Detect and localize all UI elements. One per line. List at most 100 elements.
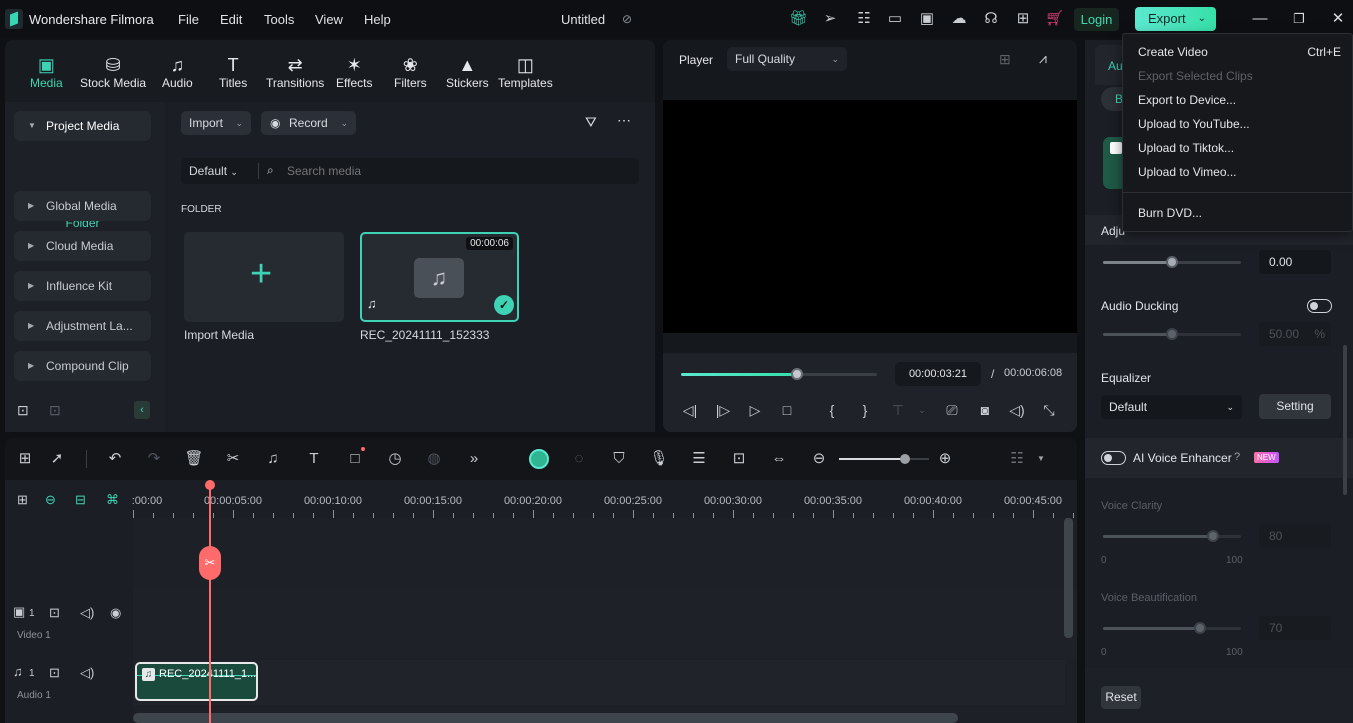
- zoom-out-icon[interactable]: ⊖: [809, 450, 829, 468]
- headset-icon[interactable]: ☊: [982, 10, 1000, 28]
- audio-clip[interactable]: ♫ REC_20241111_1...: [135, 662, 258, 701]
- next-frame-icon[interactable]: |▷: [714, 401, 732, 419]
- visibility-eye-icon[interactable]: ◉: [110, 605, 121, 621]
- apps-grid-icon[interactable]: ⊞: [1014, 10, 1032, 28]
- tab-transitions[interactable]: ⇄ Transitions: [266, 54, 324, 90]
- pitch-value-input[interactable]: 0.00: [1259, 250, 1331, 274]
- fullscreen-icon[interactable]: ⤡: [1040, 401, 1058, 419]
- speed-icon[interactable]: ◷: [385, 450, 405, 468]
- panel-scrollbar[interactable]: [1343, 345, 1347, 495]
- cloud-upload-icon[interactable]: ☁: [950, 10, 968, 28]
- current-time[interactable]: 00:00:03:21: [895, 362, 981, 386]
- marker-icon[interactable]: ⛉: [609, 450, 629, 468]
- mark-in-icon[interactable]: {: [823, 401, 841, 419]
- split-scissors-marker-icon[interactable]: ✂: [199, 546, 221, 580]
- chevron-down-icon[interactable]: ▼: [1031, 450, 1051, 468]
- menu-file[interactable]: File: [178, 12, 199, 27]
- send-icon[interactable]: ➢: [821, 10, 839, 28]
- zoom-slider-handle[interactable]: [899, 454, 910, 464]
- ai-mate-icon[interactable]: [529, 449, 549, 469]
- zoom-in-icon[interactable]: ⊕: [935, 450, 955, 468]
- filter-icon[interactable]: ⛛: [585, 114, 597, 131]
- crop-icon[interactable]: □: [345, 450, 365, 468]
- sidebar-item-influence-kit[interactable]: ▶ Influence Kit: [14, 271, 151, 301]
- preview-render-icon[interactable]: ⊡: [729, 450, 749, 468]
- layout-grid-icon[interactable]: ⊞: [15, 450, 35, 468]
- display-settings-icon[interactable]: ⎚: [943, 401, 961, 419]
- menu-item-create-video[interactable]: Create Video: [1138, 45, 1208, 59]
- timeline-horizontal-scrollbar[interactable]: [133, 713, 958, 723]
- cart-icon[interactable]: 🛒︎: [1045, 10, 1064, 28]
- voice-clarity-input[interactable]: 80: [1259, 524, 1331, 548]
- redo-icon[interactable]: ↷: [144, 450, 164, 468]
- tab-filters[interactable]: ❀ Filters: [394, 54, 427, 90]
- audio-ducking-toggle[interactable]: [1307, 299, 1332, 313]
- chevron-down-icon[interactable]: ⌄: [913, 401, 931, 419]
- volume-icon[interactable]: ◁): [1008, 401, 1026, 419]
- lock-icon[interactable]: ⊡: [49, 605, 60, 621]
- mute-icon[interactable]: ◁): [80, 665, 94, 681]
- media-clip-card[interactable]: 00:00:06 ♫ ♫ ✓: [360, 232, 519, 322]
- scrubber-handle[interactable]: [790, 368, 803, 380]
- menu-item-upload-vimeo[interactable]: Upload to Vimeo...: [1138, 165, 1237, 179]
- task-list-icon[interactable]: ☷: [855, 10, 873, 28]
- playhead[interactable]: [209, 480, 211, 723]
- voice-clarity-handle[interactable]: [1207, 530, 1220, 542]
- pitch-slider[interactable]: [1103, 256, 1241, 268]
- mute-icon[interactable]: ◁): [80, 605, 94, 621]
- undo-icon[interactable]: ↶: [105, 450, 125, 468]
- snapshot-camera-icon[interactable]: ◙: [976, 401, 994, 419]
- track-layout-icon[interactable]: ☷: [1007, 450, 1027, 468]
- collapse-sidebar-button[interactable]: ‹: [134, 401, 150, 419]
- link-clip-icon[interactable]: ⊖: [45, 492, 56, 508]
- timeline-ruler[interactable]: :00:00 00:00:05:00 00:00:10:00 00:00:15:00 0…: [132, 480, 1077, 518]
- reset-button[interactable]: Reset: [1101, 686, 1141, 709]
- equalizer-dropdown[interactable]: Default ⌄: [1101, 395, 1242, 419]
- ducking-slider-handle[interactable]: [1166, 328, 1178, 340]
- color-palette-icon[interactable]: ◍: [424, 450, 444, 468]
- tab-stock-media[interactable]: ⛁ Stock Media: [80, 54, 146, 90]
- ai-voice-toggle[interactable]: [1101, 451, 1126, 465]
- playback-scrubber[interactable]: [681, 368, 877, 380]
- tab-media[interactable]: ▣ Media: [30, 54, 63, 90]
- export-button[interactable]: Export ⌄: [1135, 7, 1216, 31]
- add-track-icon[interactable]: ⊞: [17, 492, 28, 508]
- login-button[interactable]: Login: [1074, 8, 1119, 31]
- menu-item-export-to-device[interactable]: Export to Device...: [1138, 93, 1236, 107]
- voice-beautification-input[interactable]: 70: [1259, 616, 1331, 640]
- tab-titles[interactable]: T Titles: [219, 54, 247, 90]
- stop-icon[interactable]: □: [778, 401, 796, 419]
- audio-edit-icon[interactable]: ♫: [263, 450, 283, 468]
- menu-item-burn-dvd[interactable]: Burn DVD...: [1138, 206, 1202, 220]
- restore-button[interactable]: ❐: [1289, 10, 1309, 28]
- menu-item-upload-youtube[interactable]: Upload to YouTube...: [1138, 117, 1250, 131]
- import-media-card[interactable]: +: [184, 232, 344, 322]
- save-icon[interactable]: ▣: [918, 10, 936, 28]
- select-arrow-icon[interactable]: ➚: [47, 450, 67, 468]
- play-icon[interactable]: ▷: [746, 401, 764, 419]
- delete-icon[interactable]: 🗑︎: [184, 450, 204, 468]
- magnet-snap-icon[interactable]: ⌘: [106, 492, 119, 508]
- menu-view[interactable]: View: [315, 12, 343, 27]
- menu-tools[interactable]: Tools: [264, 12, 294, 27]
- compare-view-icon[interactable]: ⊞: [999, 51, 1011, 68]
- voice-clarity-slider[interactable]: [1103, 530, 1241, 542]
- voice-beautification-slider[interactable]: [1103, 622, 1241, 634]
- playhead-handle[interactable]: [205, 480, 215, 490]
- prev-frame-icon[interactable]: ◁|: [681, 401, 699, 419]
- new-folder-icon[interactable]: ⊡: [17, 402, 29, 419]
- tab-audio[interactable]: ♫ Audio: [162, 54, 193, 90]
- sidebar-item-global-media[interactable]: ▶ Global Media: [14, 191, 151, 221]
- more-options-icon[interactable]: ⋯: [617, 112, 631, 129]
- sidebar-item-adjustment-layer[interactable]: ▶ Adjustment La...: [14, 311, 151, 341]
- tab-stickers[interactable]: ▲ Stickers: [446, 54, 489, 90]
- timeline-vertical-scrollbar[interactable]: [1064, 518, 1073, 638]
- sidebar-item-cloud-media[interactable]: ▶ Cloud Media: [14, 231, 151, 261]
- gift-icon[interactable]: 🎁︎: [789, 10, 808, 28]
- timeline-zoom-slider[interactable]: [839, 454, 929, 464]
- waveform-scope-icon[interactable]: ⩘: [1039, 50, 1047, 67]
- import-dropdown[interactable]: Import ⌄: [181, 111, 251, 135]
- close-button[interactable]: ✕: [1328, 10, 1348, 28]
- more-tools-icon[interactable]: »: [464, 450, 484, 468]
- sidebar-item-compound-clip[interactable]: ▶ Compound Clip: [14, 351, 151, 381]
